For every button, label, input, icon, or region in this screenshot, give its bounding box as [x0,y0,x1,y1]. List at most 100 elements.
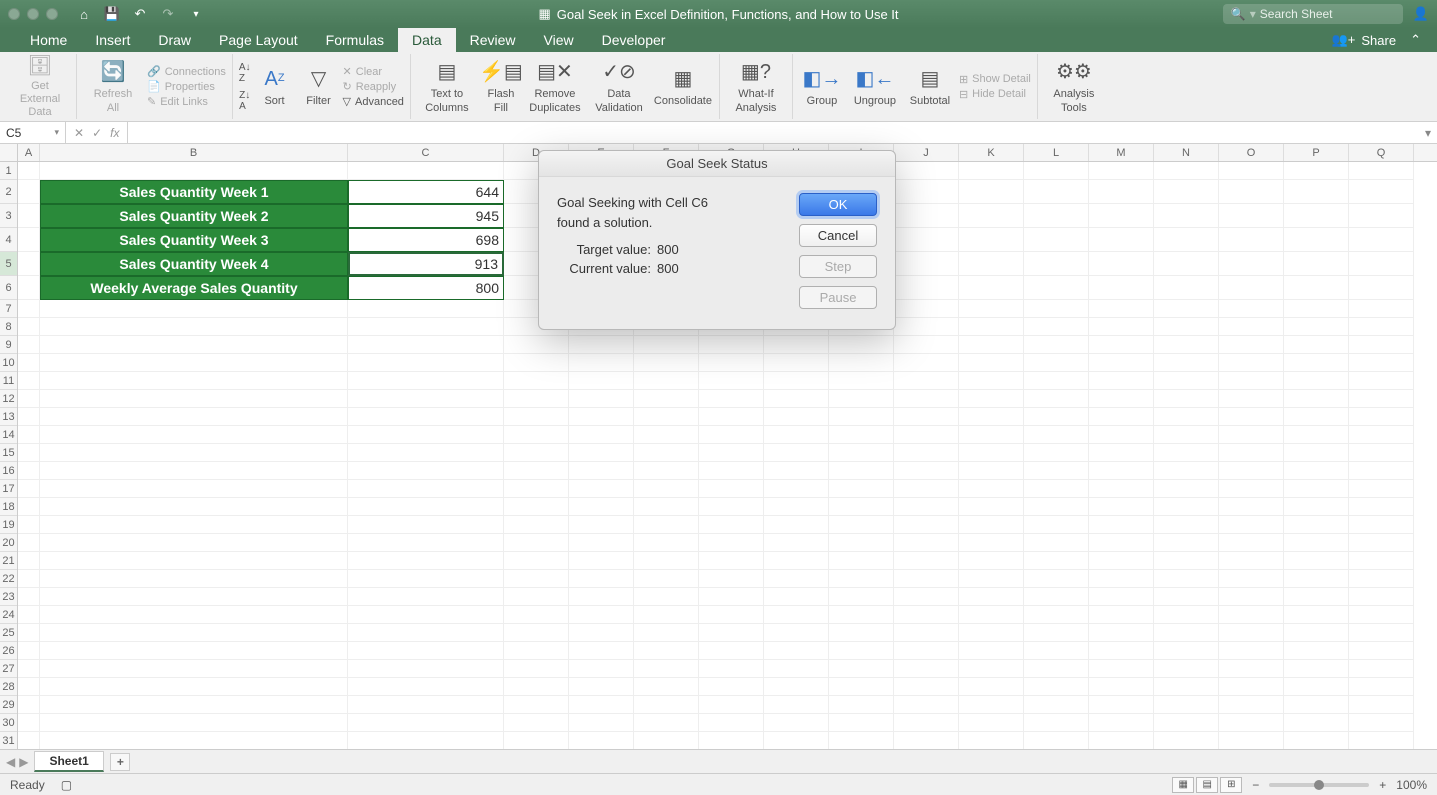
cell-B8[interactable] [40,318,348,336]
cell-A6[interactable] [18,276,40,300]
cell-C16[interactable] [348,462,504,480]
cell-B21[interactable] [40,552,348,570]
cell-G25[interactable] [699,624,764,642]
cell-M17[interactable] [1089,480,1154,498]
menu-view[interactable]: View [530,28,588,52]
cell-M13[interactable] [1089,408,1154,426]
cell-L21[interactable] [1024,552,1089,570]
cell-E21[interactable] [569,552,634,570]
cell-H30[interactable] [764,714,829,732]
cell-G12[interactable] [699,390,764,408]
row-header-22[interactable]: 22 [0,570,17,588]
cell-C6[interactable]: 800 [348,276,504,300]
cell-I28[interactable] [829,678,894,696]
cell-D10[interactable] [504,354,569,372]
cell-G19[interactable] [699,516,764,534]
cell-E24[interactable] [569,606,634,624]
cell-G22[interactable] [699,570,764,588]
cell-M27[interactable] [1089,660,1154,678]
cell-I24[interactable] [829,606,894,624]
cell-A18[interactable] [18,498,40,516]
cell-N31[interactable] [1154,732,1219,749]
cell-Q14[interactable] [1349,426,1414,444]
cell-J20[interactable] [894,534,959,552]
cell-A25[interactable] [18,624,40,642]
cell-Q27[interactable] [1349,660,1414,678]
cell-I20[interactable] [829,534,894,552]
share-button[interactable]: 👥+ Share ⌃ [1332,28,1421,52]
cell-K7[interactable] [959,300,1024,318]
cell-B12[interactable] [40,390,348,408]
menu-draw[interactable]: Draw [144,28,205,52]
ungroup-button[interactable]: ◧← Ungroup [849,56,901,117]
row-header-29[interactable]: 29 [0,696,17,714]
cell-P12[interactable] [1284,390,1349,408]
cell-B30[interactable] [40,714,348,732]
cell-N29[interactable] [1154,696,1219,714]
cell-K10[interactable] [959,354,1024,372]
select-all-corner[interactable] [0,144,18,161]
cell-H28[interactable] [764,678,829,696]
col-header-O[interactable]: O [1219,144,1284,161]
cell-J1[interactable] [894,162,959,180]
cell-A5[interactable] [18,252,40,276]
cell-A1[interactable] [18,162,40,180]
cell-N21[interactable] [1154,552,1219,570]
cell-F21[interactable] [634,552,699,570]
cell-M23[interactable] [1089,588,1154,606]
cell-Q4[interactable] [1349,228,1414,252]
cell-A4[interactable] [18,228,40,252]
cell-N12[interactable] [1154,390,1219,408]
cell-O26[interactable] [1219,642,1284,660]
cell-E13[interactable] [569,408,634,426]
cell-A9[interactable] [18,336,40,354]
hide-detail-button[interactable]: ⊟Hide Detail [959,88,1031,101]
cell-Q25[interactable] [1349,624,1414,642]
row-header-9[interactable]: 9 [0,336,17,354]
cell-E29[interactable] [569,696,634,714]
sheet-tab-sheet1[interactable]: Sheet1 [34,751,103,772]
cell-O15[interactable] [1219,444,1284,462]
cell-F10[interactable] [634,354,699,372]
cell-A3[interactable] [18,204,40,228]
cell-L1[interactable] [1024,162,1089,180]
cell-H18[interactable] [764,498,829,516]
cell-J7[interactable] [894,300,959,318]
cell-G18[interactable] [699,498,764,516]
cell-K19[interactable] [959,516,1024,534]
cell-L16[interactable] [1024,462,1089,480]
cell-Q29[interactable] [1349,696,1414,714]
cell-G16[interactable] [699,462,764,480]
cell-N17[interactable] [1154,480,1219,498]
cell-K16[interactable] [959,462,1024,480]
cell-A17[interactable] [18,480,40,498]
cell-K29[interactable] [959,696,1024,714]
cell-N11[interactable] [1154,372,1219,390]
cell-G23[interactable] [699,588,764,606]
row-header-20[interactable]: 20 [0,534,17,552]
cell-N3[interactable] [1154,204,1219,228]
cell-D21[interactable] [504,552,569,570]
cell-O10[interactable] [1219,354,1284,372]
cell-P5[interactable] [1284,252,1349,276]
cell-J13[interactable] [894,408,959,426]
cell-C22[interactable] [348,570,504,588]
row-header-24[interactable]: 24 [0,606,17,624]
cell-E15[interactable] [569,444,634,462]
cell-Q8[interactable] [1349,318,1414,336]
cell-O31[interactable] [1219,732,1284,749]
cell-C11[interactable] [348,372,504,390]
cancel-button[interactable]: Cancel [799,224,877,247]
minimize-window-icon[interactable] [27,8,39,20]
cell-N4[interactable] [1154,228,1219,252]
cell-J4[interactable] [894,228,959,252]
cell-J26[interactable] [894,642,959,660]
cell-C25[interactable] [348,624,504,642]
cell-D18[interactable] [504,498,569,516]
cell-H25[interactable] [764,624,829,642]
analysis-tools-button[interactable]: ⚙⚙ Analysis Tools [1044,56,1104,117]
cell-J10[interactable] [894,354,959,372]
cell-M31[interactable] [1089,732,1154,749]
cell-A23[interactable] [18,588,40,606]
cell-L6[interactable] [1024,276,1089,300]
